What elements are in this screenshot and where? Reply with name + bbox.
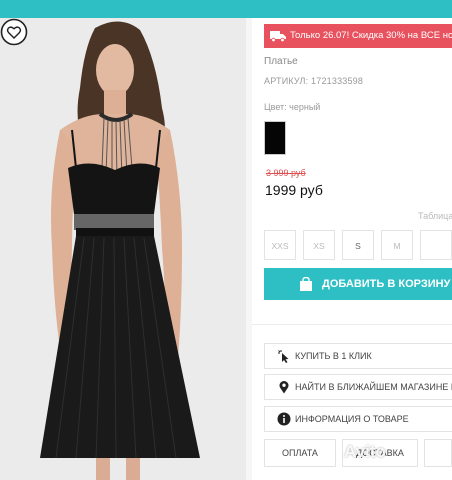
top-bar	[0, 0, 452, 18]
tab-extra[interactable]	[424, 439, 452, 467]
color-swatch-black[interactable]	[264, 121, 286, 155]
tab-payment[interactable]: ОПЛАТА	[264, 439, 336, 467]
promo-banner[interactable]: Только 26.07! Скидка 30% на ВСЕ новинки	[264, 24, 452, 48]
size-option-m[interactable]: M	[381, 230, 413, 260]
model-image	[0, 18, 246, 480]
cursor-click-icon	[278, 350, 289, 363]
buy-one-click-button[interactable]: КУПИТЬ В 1 КЛИК	[264, 343, 452, 369]
color-label: Цвет: черный	[264, 102, 321, 112]
old-price: 3 999 руб	[266, 168, 306, 178]
size-option-s[interactable]: S	[342, 230, 374, 260]
shopping-bag-icon	[300, 277, 312, 291]
buy-one-click-label: КУПИТЬ В 1 КЛИК	[295, 351, 372, 361]
size-option-extra[interactable]	[420, 230, 452, 260]
avito-watermark: Avito	[344, 442, 386, 461]
product-category: Платье	[264, 56, 298, 67]
product-sku: АРТИКУЛ: 1721333598	[264, 76, 364, 86]
truck-icon	[270, 31, 286, 42]
product-photo[interactable]	[0, 18, 246, 480]
product-info-button[interactable]: ИНФОРМАЦИЯ О ТОВАРЕ	[264, 406, 452, 432]
add-to-cart-label: ДОБАВИТЬ В КОРЗИНУ	[322, 278, 451, 290]
size-option-xs[interactable]: XS	[303, 230, 335, 260]
map-pin-icon	[279, 381, 289, 394]
heart-icon[interactable]	[0, 18, 28, 46]
column-divider	[246, 18, 252, 480]
info-icon	[277, 412, 291, 426]
find-in-store-label: НАЙТИ В БЛИЖАЙШЕМ МАГАЗИНЕ ВЕРНИ	[295, 382, 452, 392]
find-in-store-button[interactable]: НАЙТИ В БЛИЖАЙШЕМ МАГАЗИНЕ ВЕРНИ	[264, 374, 452, 400]
size-table-link[interactable]: Таблица	[418, 211, 452, 221]
promo-text: Только 26.07! Скидка 30% на ВСЕ новинки	[290, 30, 452, 41]
current-price: 1999 руб	[265, 182, 323, 198]
size-option-xxs[interactable]: XXS	[264, 230, 296, 260]
section-divider	[252, 324, 452, 325]
add-to-cart-button[interactable]: ДОБАВИТЬ В КОРЗИНУ	[264, 268, 452, 300]
product-info-label: ИНФОРМАЦИЯ О ТОВАРЕ	[295, 414, 409, 424]
